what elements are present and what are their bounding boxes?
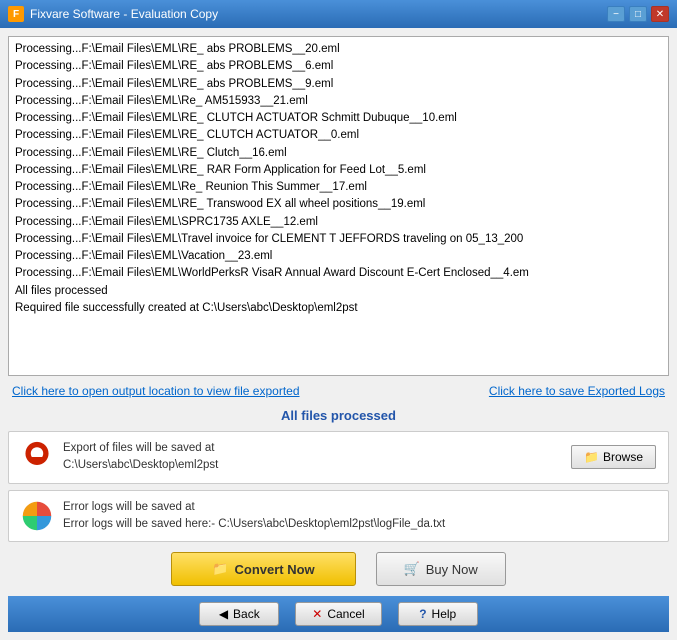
log-line: Processing...F:\Email Files\EML\RE_ abs …	[15, 76, 662, 93]
log-line: All files processed	[15, 283, 662, 300]
title-bar: F Fixvare Software - Evaluation Copy − □…	[0, 0, 677, 28]
buy-now-button[interactable]: 🛒 Buy Now	[376, 552, 506, 586]
close-button[interactable]: ✕	[651, 6, 669, 22]
log-line: Processing...F:\Email Files\EML\WorldPer…	[15, 265, 662, 282]
links-row: Click here to open output location to vi…	[8, 382, 669, 400]
back-arrow-icon: ◀	[219, 607, 228, 621]
cancel-label: Cancel	[327, 607, 364, 621]
export-path: C:\Users\abc\Desktop\eml2pst	[63, 459, 218, 471]
bottom-bar: ◀ Back ✕ Cancel ? Help	[8, 596, 669, 632]
help-icon: ?	[419, 607, 426, 621]
window-title: Fixvare Software - Evaluation Copy	[30, 7, 218, 21]
cancel-button[interactable]: ✕ Cancel	[295, 602, 381, 626]
buy-label: Buy Now	[426, 562, 478, 577]
export-panel: Export of files will be saved at C:\User…	[8, 431, 669, 484]
maximize-button[interactable]: □	[629, 6, 647, 22]
save-logs-link[interactable]: Click here to save Exported Logs	[489, 384, 665, 398]
log-line: Processing...F:\Email Files\EML\RE_ Clut…	[15, 145, 662, 162]
pie-chart-icon	[21, 500, 53, 532]
log-line: Processing...F:\Email Files\EML\RE_ CLUT…	[15, 127, 662, 144]
help-button[interactable]: ? Help	[398, 602, 478, 626]
location-icon	[21, 441, 53, 473]
convert-now-button[interactable]: 📁 Convert Now	[171, 552, 355, 586]
action-buttons: 📁 Convert Now 🛒 Buy Now	[8, 548, 669, 590]
log-line: Processing...F:\Email Files\EML\RE_ Tran…	[15, 196, 662, 213]
back-label: Back	[233, 607, 260, 621]
error-path: Error logs will be saved here:- C:\Users…	[63, 518, 445, 530]
log-line: Required file successfully created at C:…	[15, 300, 662, 317]
convert-label: Convert Now	[235, 562, 315, 577]
export-label: Export of files will be saved at	[63, 442, 215, 454]
browse-label: Browse	[603, 450, 643, 464]
open-output-link[interactable]: Click here to open output location to vi…	[12, 384, 300, 398]
log-line: Processing...F:\Email Files\EML\Travel i…	[15, 231, 662, 248]
cancel-icon: ✕	[312, 607, 322, 621]
log-line: Processing...F:\Email Files\EML\Re_ AM51…	[15, 93, 662, 110]
export-info-text: Export of files will be saved at C:\User…	[63, 440, 563, 475]
log-line: Processing...F:\Email Files\EML\RE_ RAR …	[15, 162, 662, 179]
window-body: Processing...F:\Email Files\EML\RE_ abs …	[0, 28, 677, 640]
log-line: Processing...F:\Email Files\EML\Re_ Reun…	[15, 179, 662, 196]
browse-button[interactable]: 📁 Browse	[571, 445, 656, 469]
error-panel: Error logs will be saved at Error logs w…	[8, 490, 669, 543]
log-line: Processing...F:\Email Files\EML\RE_ abs …	[15, 41, 662, 58]
cart-icon: 🛒	[404, 561, 420, 577]
log-line: Processing...F:\Email Files\EML\Vacation…	[15, 248, 662, 265]
log-line: Processing...F:\Email Files\EML\SPRC1735…	[15, 214, 662, 231]
log-line: Processing...F:\Email Files\EML\RE_ CLUT…	[15, 110, 662, 127]
minimize-button[interactable]: −	[607, 6, 625, 22]
log-area[interactable]: Processing...F:\Email Files\EML\RE_ abs …	[8, 36, 669, 376]
log-line: Processing...F:\Email Files\EML\RE_ abs …	[15, 58, 662, 75]
title-bar-left: F Fixvare Software - Evaluation Copy	[8, 6, 218, 22]
error-label: Error logs will be saved at	[63, 501, 195, 513]
status-message: All files processed	[8, 406, 669, 425]
app-icon: F	[8, 6, 24, 22]
error-info-text: Error logs will be saved at Error logs w…	[63, 499, 656, 534]
help-label: Help	[432, 607, 457, 621]
title-bar-controls: − □ ✕	[607, 6, 669, 22]
convert-icon: 📁	[212, 561, 228, 577]
back-button[interactable]: ◀ Back	[199, 602, 279, 626]
folder-icon: 📁	[584, 450, 599, 464]
